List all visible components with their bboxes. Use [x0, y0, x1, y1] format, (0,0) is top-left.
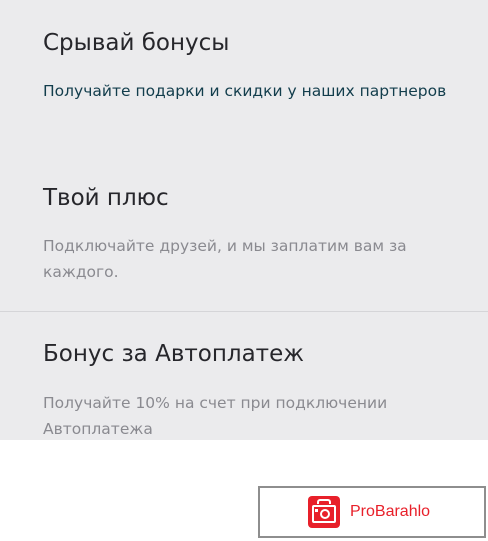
divider: [0, 311, 488, 312]
probarahlo-watermark: ProBarahlo: [258, 486, 486, 538]
watermark-text: ProBarahlo: [350, 503, 431, 520]
bonus-card-description: Получайте подарки и скидки у наших партн…: [43, 82, 447, 100]
bonus-card-title: Твой плюс: [43, 185, 169, 211]
bonus-card-srivay-bonusy[interactable]: Срывай бонусы Получайте подарки и скидки…: [43, 28, 463, 104]
bonus-card-title: Срывай бонусы: [43, 30, 230, 56]
bonus-card-avtoplatezh[interactable]: Бонус за Автоплатеж Получайте 10% на сче…: [43, 339, 463, 442]
bonus-card-title: Бонус за Автоплатеж: [43, 341, 304, 367]
bonus-list-panel: Срывай бонусы Получайте подарки и скидки…: [0, 0, 488, 440]
bonus-card-description: Получайте 10% на счет при подключении Ав…: [43, 394, 388, 438]
bonus-card-description: Подключайте друзей, и мы заплатим вам за…: [43, 237, 407, 281]
bonus-card-tvoy-plyus[interactable]: Твой плюс Подключайте друзей, и мы запла…: [43, 183, 463, 285]
camera-icon: [308, 496, 340, 528]
